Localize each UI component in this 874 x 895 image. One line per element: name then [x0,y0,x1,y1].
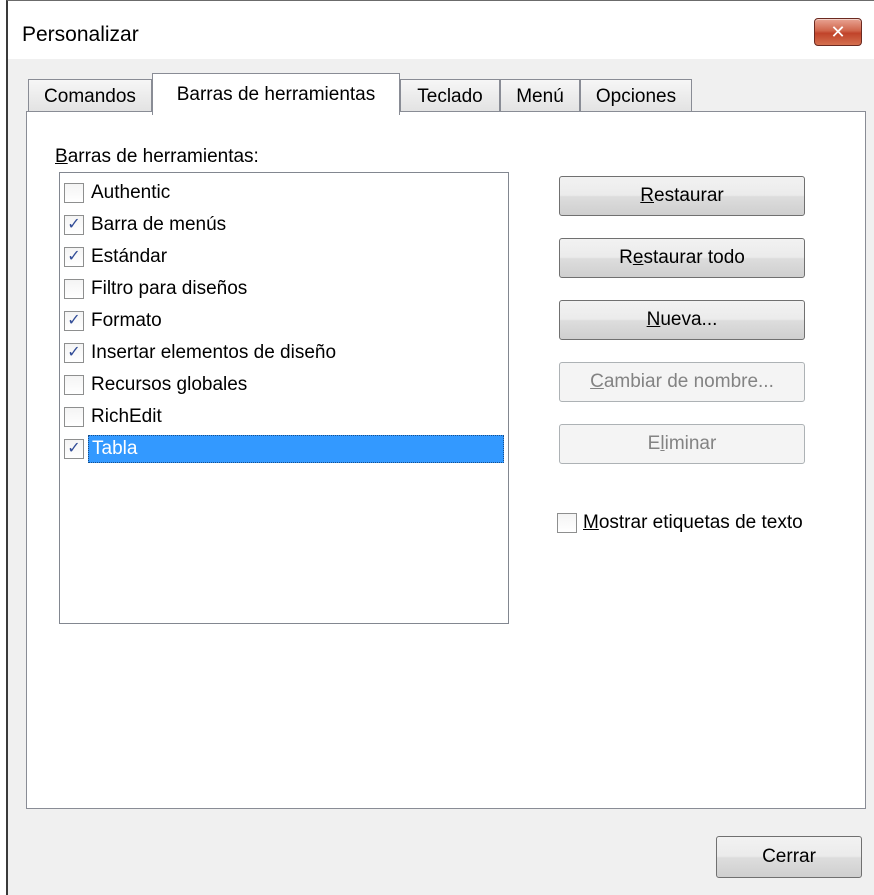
list-item-recursos-globales[interactable]: Recursos globales [64,371,504,399]
list-item-filtro-para-disenos[interactable]: Filtro para diseños [64,275,504,303]
list-item-label: Barra de menús [91,214,227,235]
checkbox[interactable]: ✓ [64,439,84,459]
list-item-barra-de-menus[interactable]: ✓ Barra de menús [64,211,504,239]
list-item-label: Insertar elementos de diseño [91,342,337,363]
list-item-authentic[interactable]: Authentic [64,179,504,207]
tab-panel: Barras de herramientas: Authentic ✓ Barr… [26,111,866,809]
cambiar-de-nombre-button[interactable]: Cambiar de nombre... [559,362,805,402]
tab-menu[interactable]: Menú [500,79,580,113]
title-bar: Personalizar ✕ [8,1,874,59]
tab-comandos[interactable]: Comandos [28,79,152,113]
customize-dialog: Personalizar ✕ Comandos Barras de herram… [6,0,874,895]
tab-barras-de-herramientas[interactable]: Barras de herramientas [152,73,400,115]
close-icon[interactable]: ✕ [814,18,862,46]
show-text-labels-checkbox[interactable] [557,513,577,533]
show-text-labels-option[interactable]: Mostrar etiquetas de texto [557,512,803,534]
restaurar-todo-button[interactable]: Re staurar todo [559,238,805,278]
list-item-label: Recursos globales [91,374,248,395]
toolbars-list[interactable]: Authentic ✓ Barra de menús ✓ Estándar Fi… [59,172,509,624]
checkbox[interactable] [64,183,84,203]
show-text-labels-label: Mostrar etiquetas de texto [583,512,803,533]
list-item-richedit[interactable]: RichEdit [64,403,504,431]
list-item-formato[interactable]: ✓ Formato [64,307,504,335]
list-item-label: Formato [91,310,162,331]
list-item-label: Tabla [88,435,504,463]
list-item-label: Filtro para diseños [91,278,248,299]
tab-teclado[interactable]: Teclado [400,79,500,113]
eliminar-button[interactable]: El iminar [559,424,805,464]
list-item-label: Authentic [91,182,171,203]
checkbox[interactable]: ✓ [64,343,84,363]
nueva-button[interactable]: Nueva... [559,300,805,340]
checkbox[interactable]: ✓ [64,311,84,331]
dialog-title: Personalizar [22,23,139,46]
cerrar-button[interactable]: Cerrar [716,836,862,878]
checkbox[interactable]: ✓ [64,247,84,267]
checkbox[interactable] [64,407,84,427]
checkbox[interactable] [64,279,84,299]
list-item-label: RichEdit [91,406,162,427]
restaurar-button[interactable]: Restaurar [559,176,805,216]
list-item-label: Estándar [91,246,168,267]
list-item-estandar[interactable]: ✓ Estándar [64,243,504,271]
checkbox[interactable]: ✓ [64,215,84,235]
list-item-insertar-elementos[interactable]: ✓ Insertar elementos de diseño [64,339,504,367]
list-item-tabla[interactable]: ✓ Tabla [64,435,504,463]
toolbars-label: Barras de herramientas: [55,146,259,167]
tab-opciones[interactable]: Opciones [580,79,692,113]
checkbox[interactable] [64,375,84,395]
